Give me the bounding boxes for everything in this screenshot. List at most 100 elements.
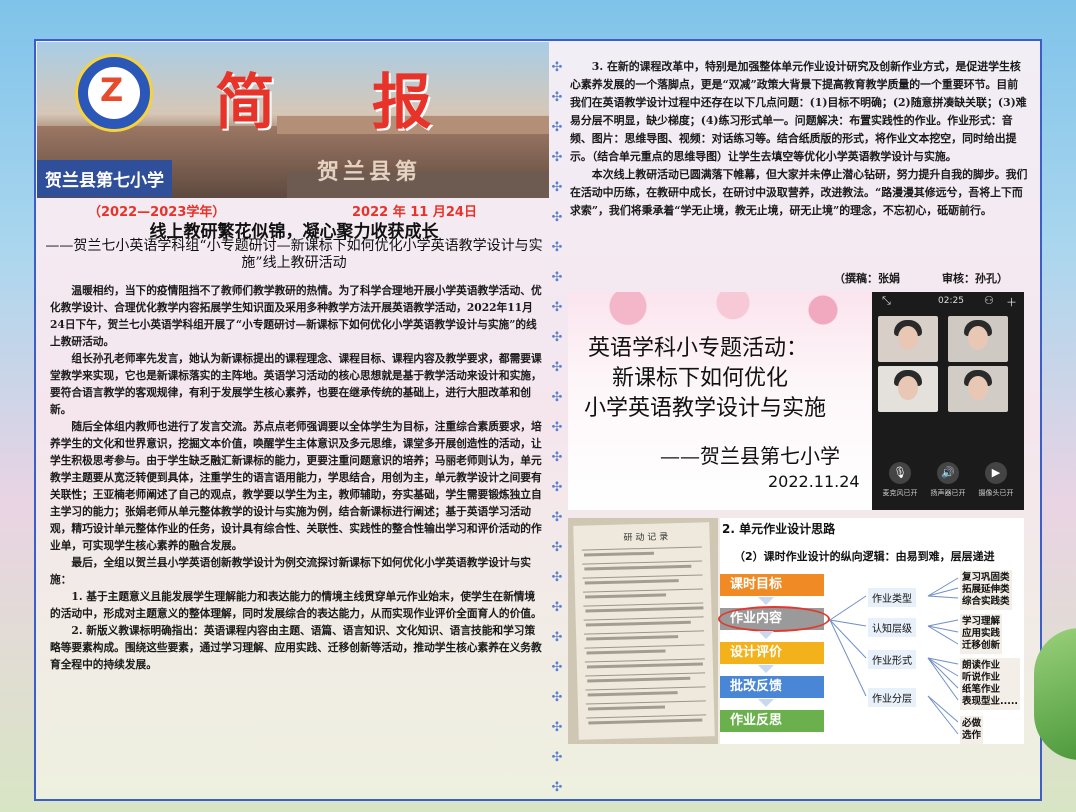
record-title: 研 动 记 录	[623, 532, 669, 544]
school-name-badge: 贺兰县第七小学	[37, 160, 172, 197]
handwriting-stroke	[583, 551, 655, 557]
divider-dot: ✣	[551, 240, 563, 255]
gate-engraving: 贺兰县第	[317, 159, 422, 185]
handwriting-stroke	[586, 635, 679, 641]
divider-dot: ✣	[551, 540, 563, 555]
step-box: 设计评价	[720, 642, 824, 664]
divider-dot: ✣	[551, 630, 563, 645]
paragraph: 最后，全组以贺兰县小学英语创新教学设计为例交流探讨新课标下如何优化小学英语教学设…	[50, 556, 531, 586]
divider-dot: ✣	[551, 150, 563, 165]
participant-video	[878, 366, 938, 412]
header-banner: Z 简 报 贺兰县第 贺兰县第七小学	[37, 42, 549, 198]
speaker-icon: 🔊	[937, 462, 959, 484]
handwriting-stroke	[588, 718, 703, 725]
divider-dot: ✣	[551, 360, 563, 375]
school-logo: Z	[75, 54, 153, 132]
category-node: 作业分层	[868, 688, 916, 707]
paragraph: 1. 基于主题意义且能发展学生理解能力和表达能力的情境主线贯穿单元作业始末，使学…	[50, 590, 542, 620]
mic-button[interactable]: 🎙 麦克风已开	[882, 462, 918, 498]
detail-node: 必做 选作	[960, 716, 984, 744]
ruled-line	[585, 700, 706, 705]
paragraph: 3. 在新的课程改革中，特别是加强整体单元作业设计研究及创新作业方式，是促进学生…	[570, 60, 1027, 163]
divider-dot: ✣	[551, 660, 563, 675]
divider-dot: ✣	[551, 180, 563, 195]
record-paper: 研 动 记 录	[573, 522, 715, 740]
handwriting-stroke	[585, 620, 691, 627]
highlight-oval	[718, 606, 830, 632]
blossom-decoration	[568, 292, 868, 328]
minimize-icon[interactable]: ⤡	[882, 294, 891, 308]
reviewer-credit: 审核：孙孔）	[942, 272, 1008, 285]
divider-dot: ✣	[551, 780, 563, 795]
camera-button[interactable]: ▶ 摄像头已开	[978, 462, 1014, 498]
slide-title-line3: 小学英语教学设计与实施	[584, 396, 827, 421]
article-body-right: 3. 在新的课程改革中，特别是加强整体单元作业设计研究及创新作业方式，是促进学生…	[570, 58, 1028, 220]
participant-video	[948, 366, 1008, 412]
call-timer: 02:25	[938, 296, 964, 306]
camera-icon: ▶	[985, 462, 1007, 484]
homework-design-diagram: 2. 单元作业设计思路 （2）课时作业设计的纵向逻辑：由易到难，层层递进 课时目…	[718, 518, 1024, 744]
handwriting-stroke	[587, 691, 678, 697]
category-node: 作业类型	[868, 588, 916, 607]
step-box: 课时目标	[720, 574, 824, 596]
slide-title-line2: 新课标下如何优化	[612, 366, 789, 391]
detail-node: 复习巩固类 拓展延伸类 综合实践类	[960, 570, 1012, 610]
category-node: 作业形式	[868, 650, 916, 669]
ruled-line	[582, 588, 703, 593]
control-label: 扬声器已开	[930, 489, 966, 497]
ruled-line	[584, 644, 705, 649]
detail-node: 学习理解 应用实践 迁移创新	[960, 614, 1003, 654]
step-label: 作业反思	[730, 713, 783, 728]
speaker-button[interactable]: 🔊 扬声器已开	[930, 462, 966, 498]
handwriting-stroke	[584, 579, 679, 585]
handwriting-stroke	[587, 705, 666, 711]
down-arrow	[758, 665, 774, 673]
handwriting-stroke	[585, 593, 667, 599]
divider-dot: ✣	[551, 720, 563, 735]
divider-dot: ✣	[551, 390, 563, 405]
ruled-line	[584, 630, 705, 635]
divider-dot: ✣	[551, 510, 563, 525]
author-credit: （撰稿：张娟	[834, 272, 900, 285]
diagram-title: 2. 单元作业设计思路	[722, 522, 836, 536]
divider-dot: ✣	[551, 420, 563, 435]
detail-node: 朗读作业 听说作业 纸笔作业 表现型业.....	[960, 658, 1021, 710]
participant-video	[948, 316, 1008, 362]
meeting-screenshot: 英语学科小专题活动： 新课标下如何优化 小学英语教学设计与实施 ——贺兰县第七小…	[568, 292, 1024, 510]
add-icon[interactable]: ＋	[1006, 294, 1017, 310]
ruled-line	[581, 546, 702, 551]
step-box: 作业反思	[720, 710, 824, 732]
control-label: 摄像头已开	[978, 489, 1014, 497]
divider-dot: ✣	[551, 60, 563, 75]
step-label: 设计评价	[730, 645, 783, 660]
divider-dot: ✣	[551, 120, 563, 135]
ruled-line	[582, 574, 703, 579]
divider-dot: ✣	[551, 300, 563, 315]
activity-record-photo: 研 动 记 录	[568, 518, 718, 744]
logo-initial: Z	[100, 71, 124, 109]
paragraph: 本次线上教研活动已圆满落下帷幕，但大家并未停止潜心钻研，努力提升自我的脚步。我们…	[570, 168, 1028, 217]
step-label: 批改反馈	[730, 679, 783, 694]
handwriting-stroke	[586, 662, 703, 669]
ruled-line	[585, 686, 706, 691]
people-icon[interactable]: ⚇	[984, 294, 994, 307]
diagram-subtitle: （2）课时作业设计的纵向逻辑：由易到难，层层递进	[734, 550, 995, 563]
category-node: 认知层级	[868, 618, 916, 637]
divider-dot: ✣	[551, 480, 563, 495]
article-subhead: ——贺兰七小英语学科组“小专题研讨—新课标下如何优化小学英语教学设计与实施”线上…	[45, 238, 543, 271]
step-box: 批改反馈	[720, 676, 824, 698]
paragraph: 温暖相约，当下的疫情阻挡不了教师们教学教研的热情。为了科学合理地开展小学英语教学…	[50, 284, 542, 348]
divider-dot: ✣	[551, 330, 563, 345]
article-credit: （撰稿：张娟 审核：孙孔）	[834, 270, 1008, 286]
divider-dot: ✣	[551, 270, 563, 285]
slide-title-line1: 英语学科小专题活动：	[588, 336, 809, 361]
paragraph: 组长孙孔老师率先发言，她认为新课标提出的课程理念、课程目标、课程内容及教学要求，…	[50, 352, 542, 416]
column-divider: ✣ ✣ ✣ ✣ ✣ ✣ ✣ ✣ ✣ ✣ ✣ ✣ ✣ ✣ ✣ ✣ ✣ ✣ ✣ ✣ ✣ ✣ ✣ ✣ ✣	[551, 44, 565, 796]
divider-dot: ✣	[551, 690, 563, 705]
step-label: 课时目标	[730, 577, 783, 592]
handwriting-stroke	[585, 606, 704, 613]
control-label: 麦克风已开	[882, 489, 918, 497]
slide-school: ——贺兰县第七小学	[660, 444, 840, 468]
call-status-bar: ⤡ 02:25 ⚇ ＋	[872, 292, 1024, 310]
participant-video	[878, 316, 938, 362]
